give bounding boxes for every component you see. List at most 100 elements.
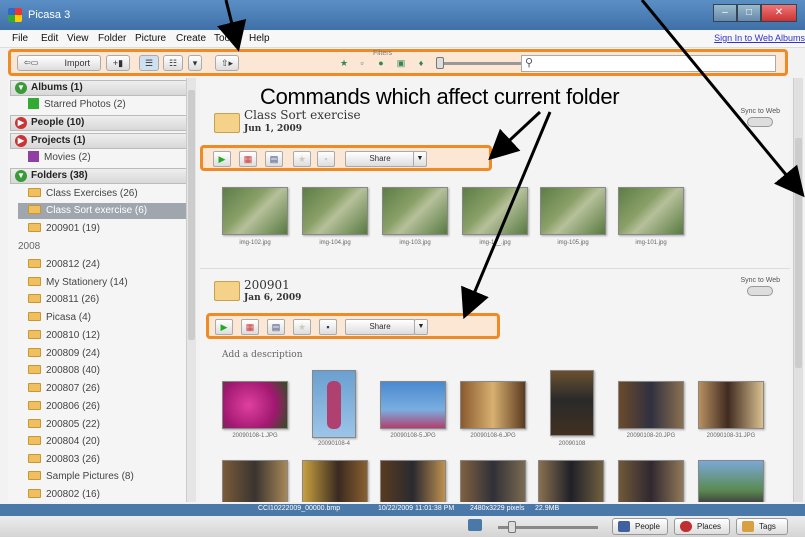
photo-thumbnail[interactable]	[698, 381, 764, 429]
folder-item[interactable]: 200806 (26)	[28, 399, 100, 415]
photo-thumbnail[interactable]	[222, 460, 288, 502]
folder-item[interactable]: 200805 (22)	[28, 417, 100, 433]
folder-title[interactable]: 200901	[244, 278, 290, 292]
video-filter-icon[interactable]: ▫	[356, 57, 368, 69]
projects-header[interactable]: ▶ Projects (1)	[10, 133, 192, 149]
share-dropdown[interactable]: ▼	[413, 151, 427, 167]
people-header[interactable]: ▶ People (10)	[10, 115, 192, 131]
star-folder-button[interactable]: ★	[293, 319, 311, 335]
menu-view[interactable]: View	[67, 33, 89, 44]
photo-thumbnail[interactable]	[550, 370, 594, 436]
photo-thumbnail[interactable]	[460, 381, 526, 429]
folder-item[interactable]: 200802 (16)	[28, 487, 100, 502]
photo-thumbnail[interactable]	[222, 381, 288, 429]
search-box[interactable]: ⚲	[521, 55, 776, 72]
movie-button[interactable]: ▤	[265, 151, 283, 167]
sidebar-item-starred[interactable]: Starred Photos (2)	[28, 97, 126, 113]
menu-picture[interactable]: Picture	[135, 33, 166, 44]
date-filter-slider[interactable]	[436, 57, 521, 69]
slideshow-button[interactable]: ▶	[215, 319, 233, 335]
menu-help[interactable]: Help	[249, 33, 270, 44]
menu-edit[interactable]: Edit	[41, 33, 58, 44]
filters-label: Filters	[373, 50, 393, 57]
menu-tools[interactable]: Tools	[214, 33, 237, 44]
folders-header[interactable]: ▼ Folders (38)	[10, 168, 192, 184]
menu-folder[interactable]: Folder	[98, 33, 126, 44]
geotag-filter-icon[interactable]: ♦	[415, 57, 427, 69]
minimize-button[interactable]: –	[713, 4, 737, 22]
save-button[interactable]: ▪	[317, 151, 335, 167]
save-button[interactable]: ▪	[319, 319, 337, 335]
folder-item[interactable]: My Stationery (14)	[28, 275, 128, 291]
tags-button[interactable]: Tags	[736, 518, 788, 535]
share-button[interactable]: Share	[345, 151, 415, 167]
photo-thumbnail[interactable]	[618, 187, 684, 235]
photo-thumbnail[interactable]	[382, 187, 448, 235]
sync-switch[interactable]	[747, 117, 774, 127]
add-people-button[interactable]: +▮	[106, 55, 130, 71]
photo-thumbnail[interactable]	[302, 460, 368, 502]
photo-thumbnail[interactable]	[540, 187, 606, 235]
folder-item[interactable]: 200804 (20)	[28, 434, 100, 450]
folder-item[interactable]: 200808 (40)	[28, 363, 100, 379]
main-scrollbar[interactable]	[793, 78, 803, 502]
movie-button[interactable]: ▤	[267, 319, 285, 335]
folder-item[interactable]: 200803 (26)	[28, 452, 100, 468]
slider-knob[interactable]	[508, 521, 516, 533]
collage-button[interactable]: ▦	[239, 151, 257, 167]
albums-header[interactable]: ▼ Albums (1)	[10, 80, 192, 96]
photo-thumbnail[interactable]	[698, 460, 764, 502]
folder-item[interactable]: 200901 (19)	[28, 221, 100, 237]
view-thumbnails-button[interactable]: ☰	[139, 55, 159, 71]
photo-thumbnail[interactable]	[618, 381, 684, 429]
folder-item[interactable]: 200807 (26)	[28, 381, 100, 397]
folder-item[interactable]: Picasa (4)	[28, 310, 91, 326]
folder-item[interactable]: 200809 (24)	[28, 346, 100, 362]
close-button[interactable]: ✕	[761, 4, 797, 22]
folder-item[interactable]: 200810 (12)	[28, 328, 100, 344]
maximize-button[interactable]: □	[737, 4, 761, 22]
people-button[interactable]: People	[612, 518, 668, 535]
view-dropdown[interactable]: ▾	[188, 55, 202, 71]
photo-thumbnail[interactable]	[538, 460, 604, 502]
photo-thumbnail[interactable]	[462, 187, 528, 235]
sync-to-web-toggle[interactable]: Sync to Web	[740, 277, 780, 296]
photo-thumbnail[interactable]	[460, 460, 526, 502]
photo-thumbnail[interactable]	[312, 370, 356, 438]
upload-filter-icon[interactable]: ▣	[395, 57, 407, 69]
photo-thumbnail[interactable]	[380, 460, 446, 502]
view-list-button[interactable]: ☷	[163, 55, 183, 71]
sidebar-item-movies[interactable]: Movies (2)	[28, 150, 91, 166]
sync-switch[interactable]	[747, 286, 774, 296]
slideshow-button[interactable]: ▶	[213, 151, 231, 167]
share-dropdown[interactable]: ▼	[414, 319, 428, 335]
photo-thumbnail[interactable]	[380, 381, 446, 429]
menu-create[interactable]: Create	[176, 33, 206, 44]
star-filter-icon[interactable]: ★	[338, 57, 350, 69]
sync-to-web-toggle[interactable]: Sync to Web	[740, 108, 780, 127]
photo-thumbnail[interactable]	[302, 187, 368, 235]
folder-item[interactable]: 200811 (26)	[28, 292, 99, 308]
menu-file[interactable]: File	[12, 33, 28, 44]
folder-item[interactable]: Class Exercises (26)	[28, 186, 138, 202]
face-filter-icon[interactable]: ●	[375, 57, 387, 69]
folder-description[interactable]: Add a description	[222, 350, 303, 360]
upload-button[interactable]: ⇧▸	[215, 55, 239, 71]
share-button[interactable]: Share	[345, 319, 415, 335]
thumbnail-size-slider[interactable]	[498, 521, 598, 533]
places-button[interactable]: Places	[674, 518, 730, 535]
photo-thumbnail[interactable]	[618, 460, 684, 502]
star-folder-button[interactable]: ★	[293, 151, 311, 167]
folder-item-selected[interactable]: Class Sort exercise (6)	[18, 203, 192, 219]
collage-button[interactable]: ▦	[241, 319, 259, 335]
folder-item[interactable]: Sample Pictures (8)	[28, 469, 134, 485]
photo-thumbnail[interactable]	[222, 187, 288, 235]
slider-knob[interactable]	[436, 57, 444, 69]
import-button[interactable]: ⇦▭ Import	[17, 55, 101, 71]
scrollbar-thumb[interactable]	[188, 90, 195, 340]
scrollbar-thumb[interactable]	[795, 138, 802, 368]
folder-title[interactable]: Class Sort exercise	[244, 108, 361, 122]
sign-in-link[interactable]: Sign In to Web Albums	[714, 33, 805, 43]
sidebar-scrollbar[interactable]	[186, 78, 196, 502]
folder-item[interactable]: 200812 (24)	[28, 257, 100, 273]
